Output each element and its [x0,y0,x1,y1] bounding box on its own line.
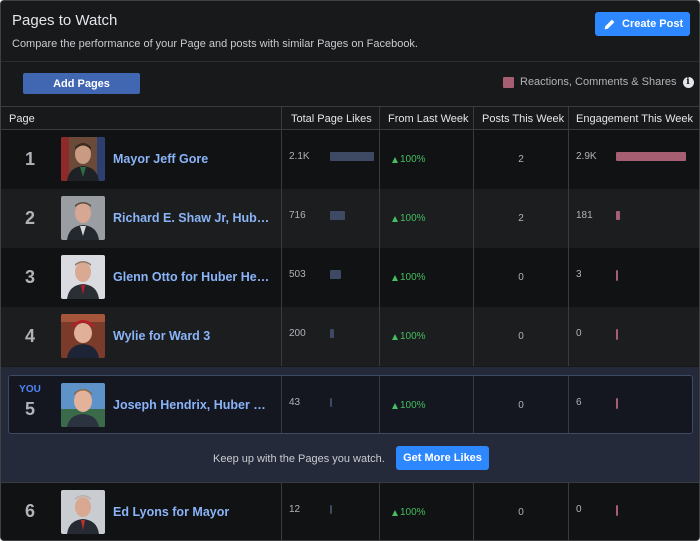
cta-message: Keep up with the Pages you watch. [213,453,385,465]
up-arrow-icon [392,274,398,281]
avatar[interactable] [61,383,105,427]
legend-swatch [503,76,514,88]
engagement-value: 2.9K [576,151,597,162]
avatar[interactable] [61,314,105,358]
avatar[interactable] [61,196,105,240]
engagement-value: 0 [576,504,582,515]
posts-value: 2 [518,154,524,165]
likes-bar [330,152,374,161]
avatar[interactable] [61,255,105,299]
likes-bar [330,211,345,220]
rank-number: 5 [24,399,35,419]
column-header-from-last-week: From Last Week [388,112,469,125]
page-name-link[interactable]: Ed Lyons for Mayor [113,505,278,519]
page-name-link[interactable]: Wylie for Ward 3 [113,329,278,343]
table-row: 1 Mayor Jeff Gore 2.1K 100% 2 2.9K [1,130,699,189]
posts-value: 0 [518,331,524,342]
rank-number: 3 [24,267,35,287]
page-name-link[interactable]: Richard E. Shaw Jr, Hub… [113,211,278,225]
column-header-posts-this-week: Posts This Week [482,112,565,125]
up-arrow-icon [392,215,398,222]
total-likes-value: 2.1K [289,151,310,162]
likes-bar [330,398,332,407]
engagement-bar [616,211,620,220]
engagement-bar [616,398,618,409]
rank-number: 1 [24,149,35,169]
total-likes-value: 716 [289,210,306,221]
rank-number: 2 [24,208,35,228]
posts-value: 0 [518,272,524,283]
panel-toolbar: Add Pages Reactions, Comments & Shares i [1,62,699,106]
rank-number: 6 [24,501,35,521]
table-row: YOU 5 Joseph Hendrix, Huber … 43 100% 0 … [1,375,699,434]
panel-title: Pages to Watch [12,12,118,29]
total-likes-value: 200 [289,328,306,339]
create-post-button[interactable]: Create Post [595,12,690,36]
up-arrow-icon [392,509,398,516]
engagement-value: 6 [576,397,582,408]
engagement-value: 0 [576,328,582,339]
pages-to-watch-panel: Pages to Watch Compare the performance o… [0,0,700,541]
engagement-bar [616,505,618,516]
avatar[interactable] [61,490,105,534]
likes-bar [330,505,332,514]
info-icon[interactable]: i [682,76,694,88]
table-row: 2 Richard E. Shaw Jr, Hub… 716 100% 2 18… [1,189,699,248]
up-arrow-icon [392,402,398,409]
page-name-link[interactable]: Mayor Jeff Gore [113,152,278,166]
panel-subtitle: Compare the performance of your Page and… [12,38,418,50]
page-name-link[interactable]: Glenn Otto for Huber He… [113,270,278,284]
engagement-value: 3 [576,269,582,280]
avatar[interactable] [61,137,105,181]
engagement-bar [616,152,686,161]
chart-legend: Reactions, Comments & Shares i [503,76,694,88]
from-last-week-value: 100% [392,272,426,283]
total-likes-value: 43 [289,397,301,408]
up-arrow-icon [392,333,398,340]
posts-value: 2 [518,213,524,224]
from-last-week-value: 100% [392,507,426,518]
from-last-week-value: 100% [392,400,426,411]
total-likes-value: 12 [289,504,301,515]
column-header-total-page-likes: Total Page Likes [291,112,372,125]
posts-value: 0 [518,400,524,411]
from-last-week-value: 100% [392,331,426,342]
create-post-label: Create Post [622,18,684,30]
add-pages-button[interactable]: Add Pages [23,73,140,94]
up-arrow-icon [392,156,398,163]
likes-bar [330,329,334,338]
engagement-bar [616,329,618,340]
likes-bar [330,270,341,279]
column-header-page: Page [9,112,35,125]
posts-value: 0 [518,507,524,518]
page-name-link[interactable]: Joseph Hendrix, Huber … [113,398,278,412]
rank-number: 4 [24,326,35,346]
from-last-week-value: 100% [392,213,426,224]
from-last-week-value: 100% [392,154,426,165]
total-likes-value: 503 [289,269,306,280]
column-header-engagement-this-week: Engagement This Week [576,112,693,125]
table-row: 3 Glenn Otto for Huber He… 503 100% 0 3 [1,248,699,307]
panel-header: Pages to Watch Compare the performance o… [1,1,699,62]
table-header: Page Total Page Likes From Last Week Pos… [1,106,699,130]
engagement-value: 181 [576,210,593,221]
table-row: 6 Ed Lyons for Mayor 12 100% 0 0 [1,482,699,540]
engagement-bar [616,270,618,281]
table-row: 4 Wylie for Ward 3 200 100% 0 0 [1,307,699,366]
pencil-icon [604,19,615,29]
you-badge: YOU [19,384,41,395]
get-more-likes-button[interactable]: Get More Likes [396,446,489,470]
legend-label: Reactions, Comments & Shares [520,76,677,88]
